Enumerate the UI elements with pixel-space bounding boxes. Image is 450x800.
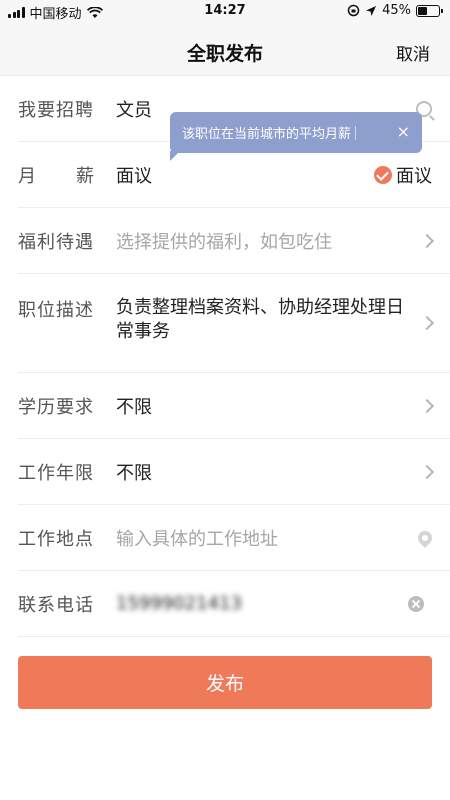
experience-tail: [419, 464, 435, 479]
education-label: 学历要求: [18, 396, 94, 418]
phone-input[interactable]: 15999021413: [116, 593, 450, 614]
education-value[interactable]: 不限: [116, 393, 450, 419]
salary-label-char-1: 月: [18, 165, 36, 187]
description-value[interactable]: 负责整理档案资料、协助经理处理日常事务: [116, 296, 450, 344]
location-arrow-icon: [366, 5, 377, 16]
benefits-label: 福利待遇: [18, 231, 94, 253]
benefits-tail: [419, 233, 435, 248]
location-label: 工作地点: [18, 528, 94, 550]
location-tail: [415, 527, 435, 548]
chevron-right-icon: [419, 398, 435, 413]
publish-button[interactable]: 发布: [18, 656, 432, 709]
negotiable-label[interactable]: 面议: [396, 162, 432, 188]
salary-label: 月 薪: [18, 162, 94, 188]
education-row[interactable]: 学历要求 不限: [18, 373, 450, 439]
tooltip-text: 该职位在当前城市的平均月薪: [182, 127, 352, 142]
experience-label: 工作年限: [18, 462, 94, 484]
battery-icon: [416, 4, 443, 17]
clear-icon[interactable]: [408, 595, 424, 612]
benefits-row[interactable]: 福利待遇 选择提供的福利，如包吃住: [18, 208, 450, 274]
status-bar: 中国移动 14:27 45%: [0, 0, 450, 24]
location-row[interactable]: 工作地点 输入具体的工作地址: [18, 505, 450, 571]
salary-tooltip: 该职位在当前城市的平均月薪 ×: [170, 112, 422, 161]
description-row[interactable]: 职位描述 负责整理档案资料、协助经理处理日常事务: [18, 274, 450, 373]
chevron-right-icon: [419, 464, 435, 479]
location-input[interactable]: 输入具体的工作地址: [116, 525, 450, 551]
salary-label-char-2: 薪: [76, 165, 94, 187]
chevron-right-icon: [419, 233, 435, 248]
description-tail: [419, 315, 435, 331]
benefits-placeholder[interactable]: 选择提供的福利，如包吃住: [116, 228, 450, 254]
tooltip-close-icon[interactable]: ×: [397, 122, 410, 141]
experience-value[interactable]: 不限: [116, 459, 450, 485]
job-title-label: 我要招聘: [18, 99, 94, 121]
experience-row[interactable]: 工作年限 不限: [18, 439, 450, 505]
check-icon[interactable]: [374, 165, 392, 184]
chevron-right-icon: [419, 315, 435, 331]
tooltip-cursor: [355, 125, 357, 140]
cancel-button[interactable]: 取消: [396, 40, 430, 65]
page-title: 全职发布: [186, 43, 263, 65]
negotiable-checkbox[interactable]: 面议: [374, 162, 432, 188]
phone-tail: [408, 595, 424, 612]
description-label: 职位描述: [18, 300, 94, 321]
status-right: 45%: [347, 3, 443, 18]
job-form: 我要招聘 文员 月 薪 面议 面议 福利待遇 选择提供的福利，如包吃住 职位描述…: [0, 76, 450, 637]
phone-row[interactable]: 联系电话 15999021413: [18, 571, 450, 637]
battery-percent: 45%: [382, 3, 411, 18]
orientation-lock-icon: [347, 4, 360, 17]
education-tail: [419, 398, 435, 413]
location-pin-icon[interactable]: [415, 527, 435, 548]
phone-label: 联系电话: [18, 594, 94, 616]
nav-bar: 全职发布 取消: [0, 24, 450, 76]
